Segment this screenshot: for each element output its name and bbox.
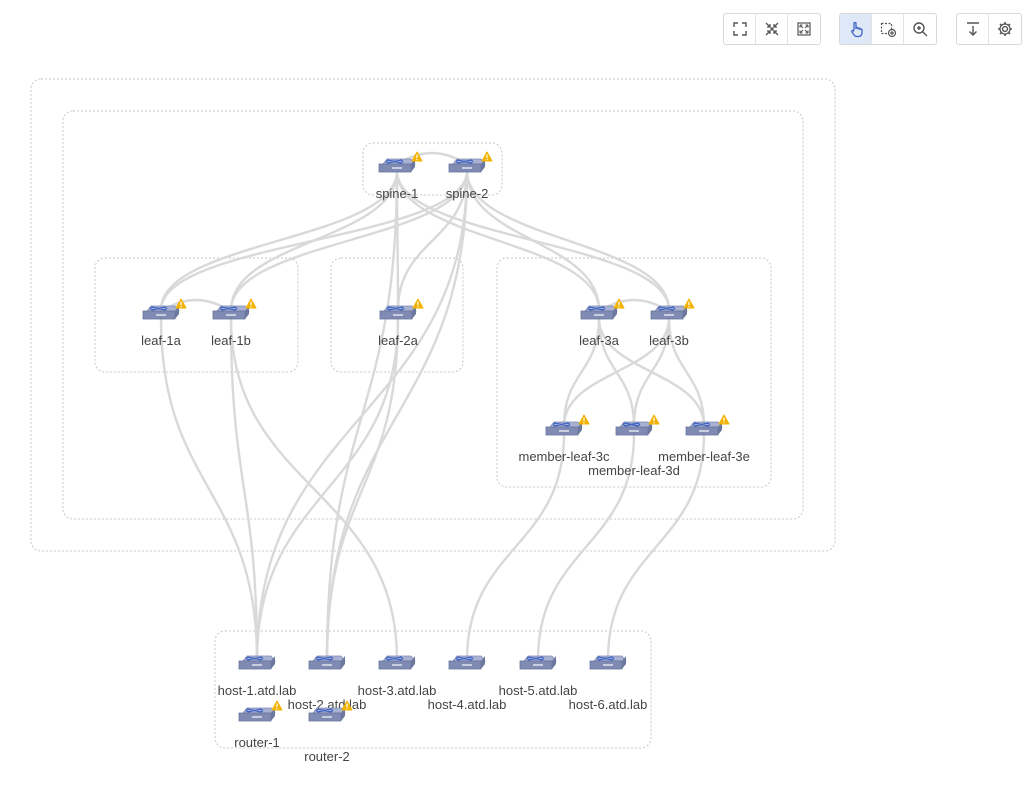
switch-icon <box>238 707 276 722</box>
warning-icon <box>481 151 493 162</box>
link-spine-2-host-1[interactable] <box>255 170 469 661</box>
link-spine-1-leaf-1a[interactable] <box>159 170 399 311</box>
devices: spine-1 spine-2 leaf-1a leaf-1b leaf-2a leaf-… <box>141 151 750 764</box>
device-label: leaf-1a <box>141 333 182 348</box>
device-label: router-2 <box>304 749 350 764</box>
device-host-1[interactable]: host-1.atd.lab <box>218 655 297 698</box>
switch-icon <box>448 158 486 173</box>
device-label: member-leaf-3e <box>658 449 750 464</box>
device-leaf-3b[interactable]: leaf-3b <box>649 298 695 348</box>
switch-icon <box>378 158 416 173</box>
device-label: host-5.atd.lab <box>499 683 578 698</box>
device-host-2[interactable]: host-2.atd.lab <box>288 655 367 712</box>
warning-icon <box>412 298 424 309</box>
device-label: router-1 <box>234 735 280 750</box>
topology-canvas[interactable]: spine-1 spine-2 leaf-1a leaf-1b leaf-2a leaf-… <box>0 0 1028 789</box>
switch-icon <box>589 655 627 670</box>
device-label: leaf-3a <box>579 333 620 348</box>
switch-icon <box>615 421 653 436</box>
device-label: host-3.atd.lab <box>358 683 437 698</box>
device-label: host-4.atd.lab <box>428 697 507 712</box>
warning-icon <box>271 700 283 711</box>
device-leaf-1a[interactable]: leaf-1a <box>141 298 187 348</box>
device-host-3[interactable]: host-3.atd.lab <box>358 655 437 698</box>
device-label: leaf-2a <box>378 333 419 348</box>
device-label: leaf-1b <box>211 333 251 348</box>
link-member-leaf-3c-host-4[interactable] <box>465 433 566 661</box>
device-spine-2[interactable]: spine-2 <box>446 151 493 201</box>
switch-icon <box>580 305 618 320</box>
device-leaf-1b[interactable]: leaf-1b <box>211 298 257 348</box>
device-label: spine-2 <box>446 186 489 201</box>
device-label: member-leaf-3d <box>588 463 680 478</box>
switch-icon <box>379 305 417 320</box>
device-router-1[interactable]: router-1 <box>234 700 283 750</box>
warning-icon <box>683 298 695 309</box>
switch-icon <box>142 305 180 320</box>
device-host-4[interactable]: host-4.atd.lab <box>428 655 507 712</box>
switch-icon <box>308 655 346 670</box>
links <box>159 151 706 661</box>
device-label: leaf-3b <box>649 333 689 348</box>
link-leaf-1a-host-1[interactable] <box>159 317 259 661</box>
switch-icon <box>238 655 276 670</box>
switch-icon <box>212 305 250 320</box>
warning-icon <box>578 414 590 425</box>
device-leaf-3a[interactable]: leaf-3a <box>579 298 625 348</box>
warning-icon <box>245 298 257 309</box>
device-host-6[interactable]: host-6.atd.lab <box>569 655 648 712</box>
warning-icon <box>648 414 660 425</box>
warning-icon <box>718 414 730 425</box>
switch-icon <box>650 305 688 320</box>
switch-icon <box>448 655 486 670</box>
switch-icon <box>545 421 583 436</box>
link-spine-2-leaf-1a[interactable] <box>159 170 469 311</box>
switch-icon <box>378 655 416 670</box>
switch-icon <box>519 655 557 670</box>
device-groups <box>30 78 836 749</box>
link-leaf-2a-host-2[interactable] <box>325 317 400 661</box>
device-label: spine-1 <box>376 186 419 201</box>
device-label: member-leaf-3c <box>518 449 610 464</box>
device-host-5[interactable]: host-5.atd.lab <box>499 655 578 698</box>
device-label: host-6.atd.lab <box>569 697 648 712</box>
switch-icon <box>685 421 723 436</box>
device-label: host-1.atd.lab <box>218 683 297 698</box>
